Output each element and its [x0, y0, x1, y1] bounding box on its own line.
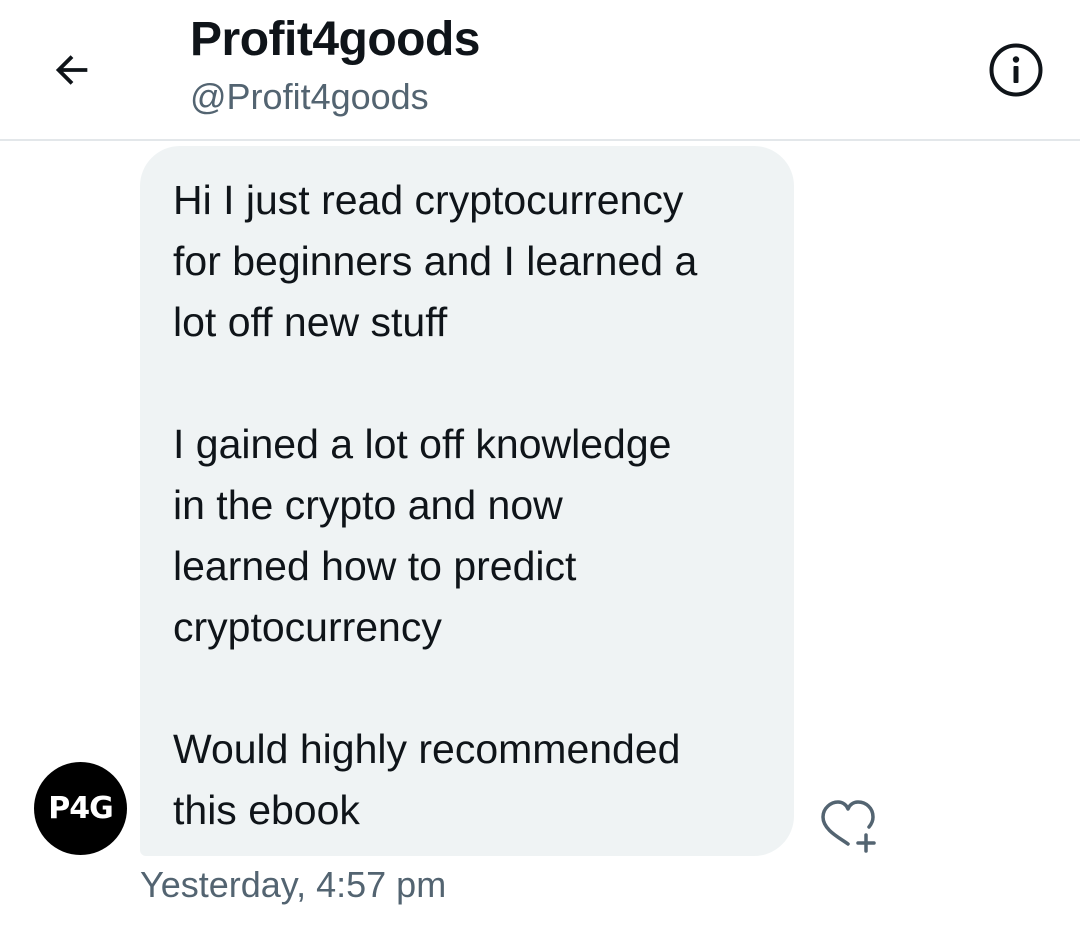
message-paragraph-gap — [173, 658, 764, 719]
message-line: Would highly recommended — [173, 726, 681, 772]
message-line: I gained a lot off knowledge — [173, 421, 672, 467]
add-reaction-button[interactable] — [818, 797, 880, 855]
arrow-left-icon — [55, 55, 88, 85]
info-circle-icon — [989, 43, 1043, 97]
conversation-header: Profit4goods @Profit4goods — [0, 0, 1080, 141]
message-line: cryptocurrency — [173, 604, 442, 650]
avatar-logo-text: P4G — [48, 791, 113, 826]
message-line: in the crypto and now — [173, 482, 563, 528]
heart-plus-icon — [821, 800, 876, 853]
info-button[interactable] — [986, 40, 1046, 100]
message-line: for beginners and I learned a — [173, 238, 698, 284]
back-button[interactable] — [46, 44, 98, 96]
message-line: Hi I just read cryptocurrency — [173, 177, 684, 223]
message-line: learned how to predict — [173, 543, 577, 589]
conversation-handle: @Profit4goods — [190, 76, 429, 117]
avatar[interactable]: P4G — [34, 762, 127, 855]
message-timestamp: Yesterday, 4:57 pm — [140, 864, 447, 905]
message-line: this ebook — [173, 787, 360, 833]
message-bubble[interactable]: Hi I just read cryptocurrency for beginn… — [140, 146, 794, 856]
message-line: lot off new stuff — [173, 299, 448, 345]
message-paragraph-gap — [173, 353, 764, 414]
conversation-title[interactable]: Profit4goods — [190, 12, 481, 67]
